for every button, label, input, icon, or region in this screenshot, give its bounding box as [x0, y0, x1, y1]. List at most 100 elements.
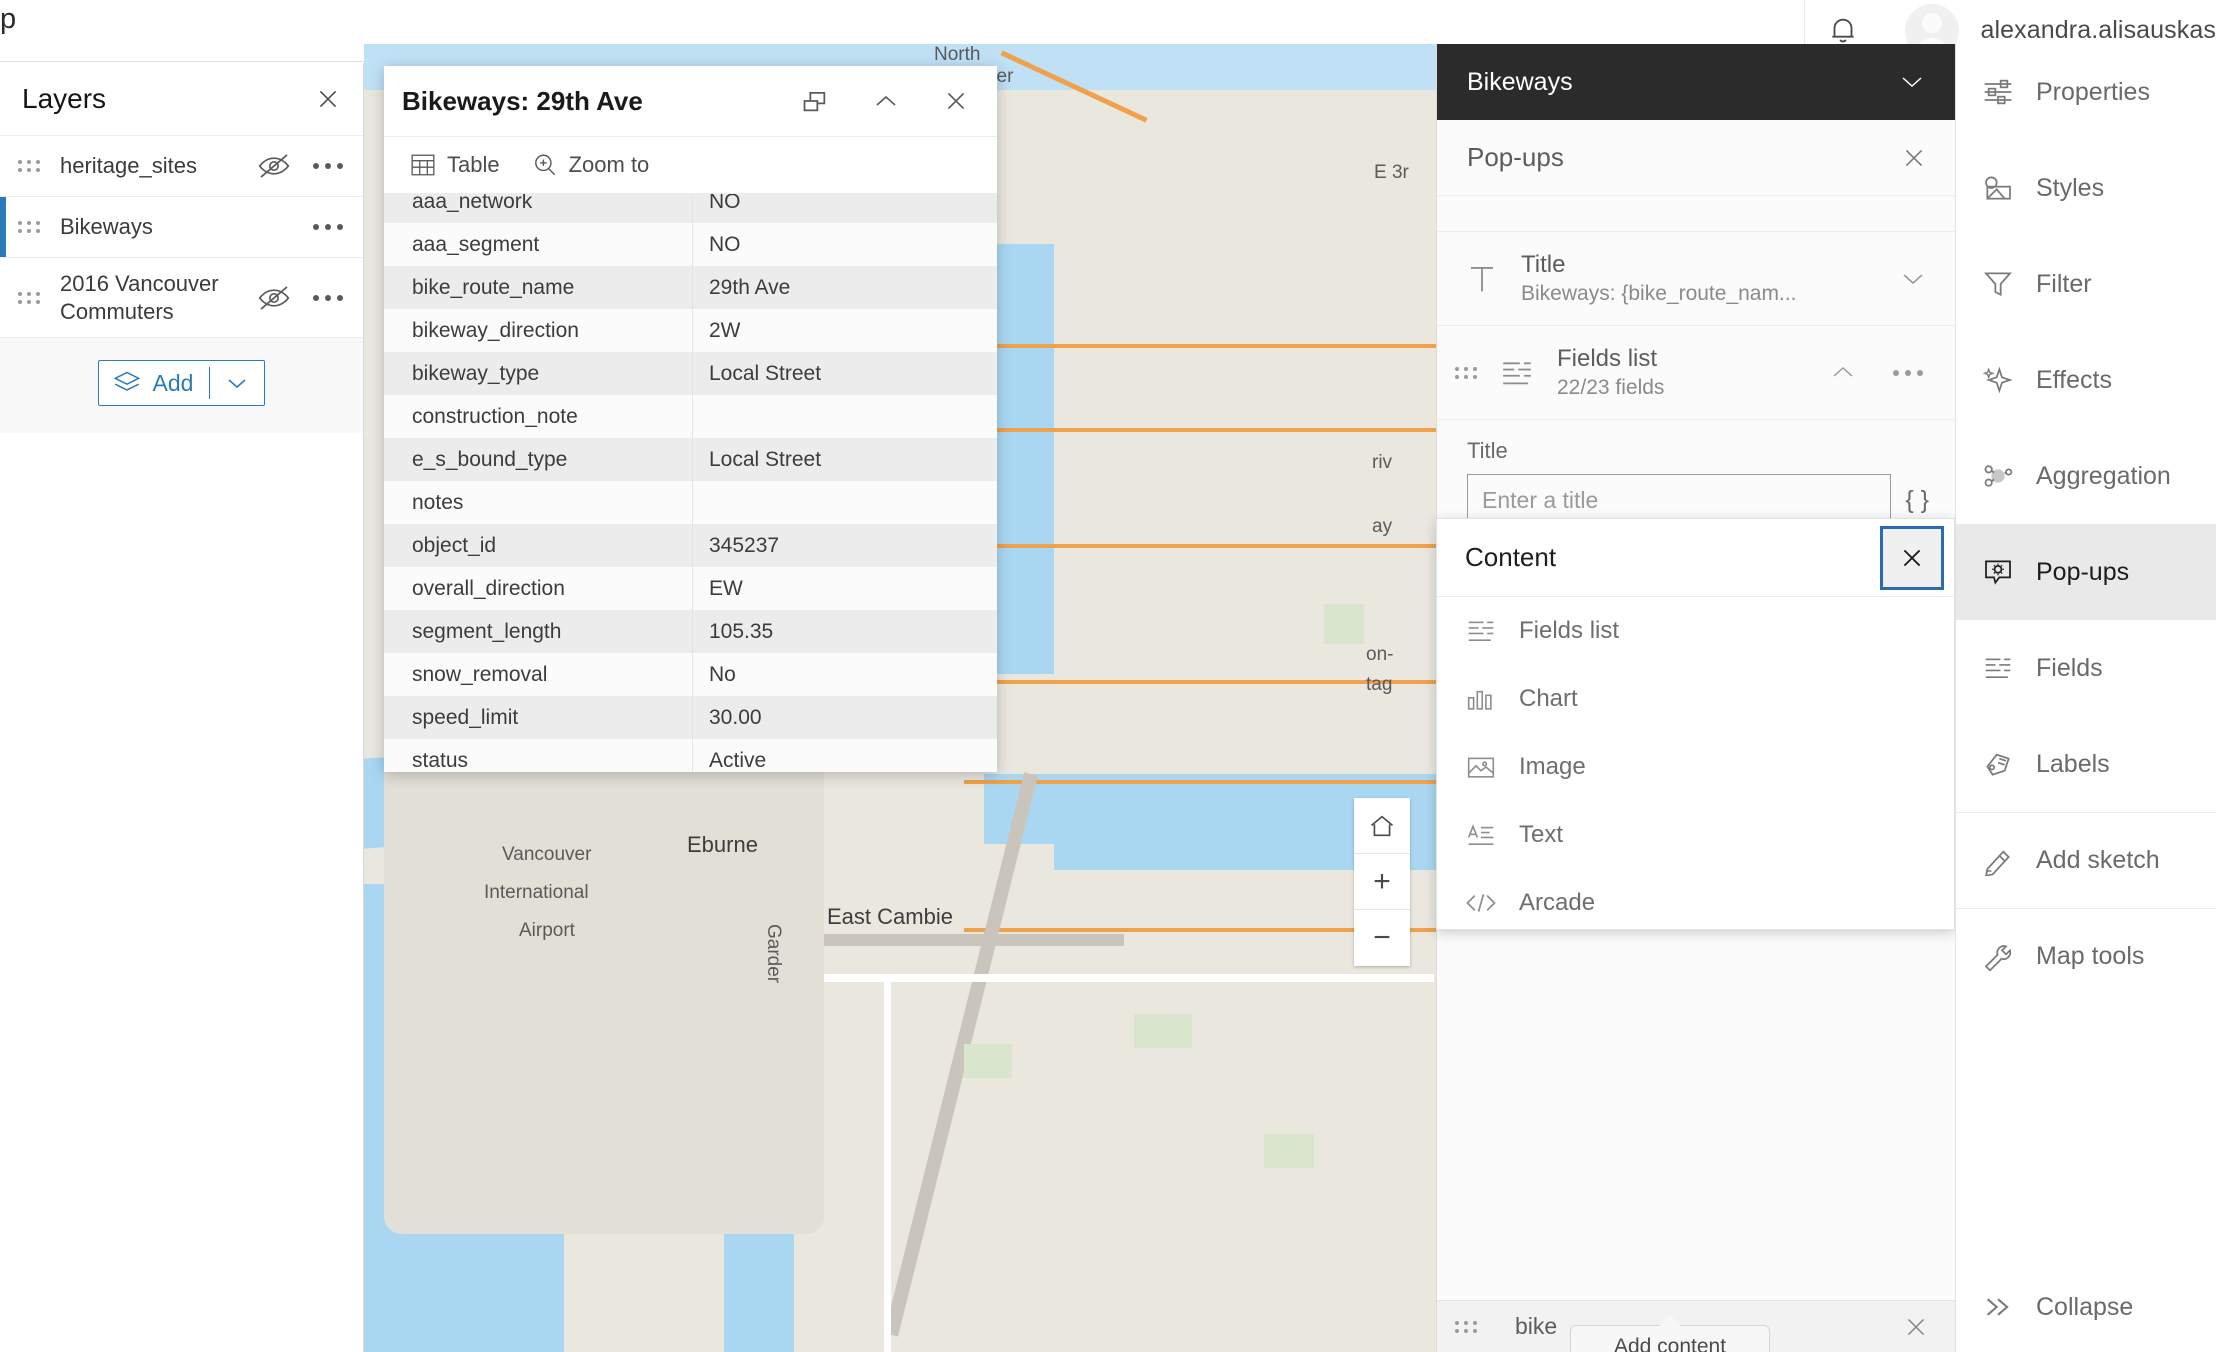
tool-row-filter[interactable]: Filter — [1956, 236, 2216, 332]
content-menu-close-button[interactable] — [1880, 525, 1944, 590]
more-options-icon[interactable] — [307, 220, 349, 234]
layer-name-label: Bikeways — [60, 214, 153, 239]
layer-row-2016-vancouver-commuters[interactable]: 2016 Vancouver Commuters — [0, 258, 363, 338]
eye-off-icon[interactable] — [257, 153, 291, 179]
sparkle-icon — [1982, 365, 2014, 395]
feature-attributes-table[interactable]: aaa_network NO aaa_segment NO bike_route_nam… — [384, 194, 997, 772]
collapse-chevron-up-icon[interactable] — [873, 93, 899, 109]
tool-row-aggregation[interactable]: Aggregation — [1956, 428, 2216, 524]
collapse-button[interactable]: Collapse — [1956, 1262, 2216, 1352]
table-row[interactable]: aaa_segment NO — [384, 223, 997, 266]
table-row[interactable]: status Active — [384, 739, 997, 772]
content-item-text[interactable]: Text — [1437, 801, 1954, 869]
table-row[interactable]: object_id 345237 — [384, 524, 997, 567]
table-row[interactable]: snow_removal No — [384, 653, 997, 696]
config-title-card-texts: Title Bikeways: {bike_route_nam... — [1521, 250, 1897, 308]
close-icon[interactable] — [1903, 1314, 1929, 1340]
add-layer-label: Add — [152, 369, 194, 396]
close-icon[interactable] — [1901, 145, 1927, 171]
config-layer-selector[interactable]: Bikeways — [1437, 44, 1955, 120]
map-bike-route-2 — [964, 428, 1436, 432]
map-bike-route-1 — [964, 344, 1436, 348]
expression-braces-icon[interactable]: { } — [1905, 486, 1929, 515]
dock-icon[interactable] — [801, 87, 829, 115]
tool-row-fields[interactable]: Fields — [1956, 620, 2216, 716]
popup-table-button[interactable]: Table — [400, 152, 510, 178]
tool-row-popups[interactable]: Pop-ups — [1956, 524, 2216, 620]
attribute-key: bikeway_direction — [412, 318, 579, 342]
drag-handle-icon[interactable] — [18, 291, 44, 304]
chevron-down-icon[interactable] — [1899, 74, 1925, 90]
table-row[interactable]: aaa_network NO — [384, 194, 997, 223]
config-layer-name: Bikeways — [1467, 67, 1573, 96]
text-title-icon — [1465, 261, 1499, 297]
map-label: East Cambie — [827, 904, 953, 929]
map-label: Eburne — [687, 832, 758, 857]
styles-icon — [1982, 173, 2014, 203]
config-fields-list-card[interactable]: Fields list 22/23 fields — [1437, 326, 1955, 420]
more-options-icon[interactable] — [1887, 366, 1929, 380]
attribute-value: Local Street — [692, 352, 997, 395]
table-row[interactable]: e_s_bound_type Local Street — [384, 438, 997, 481]
close-icon[interactable] — [943, 88, 969, 114]
content-item-chart[interactable]: Chart — [1437, 665, 1954, 733]
map-zoom-out-button[interactable]: − — [1354, 910, 1410, 966]
config-fields-list-label: Fields list — [1557, 344, 1658, 372]
tool-row-map-tools[interactable]: Map tools — [1956, 908, 2216, 1004]
drag-handle-icon[interactable] — [1455, 366, 1481, 379]
table-row[interactable]: bikeway_type Local Street — [384, 352, 997, 395]
table-row[interactable]: bike_route_name 29th Ave — [384, 266, 997, 309]
content-item-fields-list[interactable]: Fields list — [1437, 597, 1954, 665]
chevron-up-icon[interactable] — [1827, 365, 1859, 380]
title-field-label: Title — [1467, 438, 1508, 463]
drag-handle-icon[interactable] — [1455, 1320, 1481, 1333]
content-item-label: Chart — [1519, 685, 1578, 712]
map-home-button[interactable] — [1354, 798, 1410, 854]
tool-label: Pop-ups — [2036, 557, 2130, 586]
username-label[interactable]: alexandra.alisauskas — [1981, 16, 2216, 45]
content-item-image[interactable]: Image — [1437, 733, 1954, 801]
attribute-key: bikeway_type — [412, 361, 540, 385]
map-zoom-in-button[interactable]: + — [1354, 854, 1410, 910]
drag-handle-icon[interactable] — [18, 221, 44, 233]
feature-popup-toolbar: Table Zoom to — [384, 136, 997, 194]
add-layer-dropdown-button[interactable] — [210, 376, 264, 390]
tool-row-properties[interactable]: Properties — [1956, 44, 2216, 140]
drag-handle-icon[interactable] — [18, 160, 44, 172]
layer-tools-panel: Properties Styles Filter Effects Aggrega… — [1955, 44, 2216, 1352]
eye-off-icon[interactable] — [257, 285, 291, 311]
table-row[interactable]: overall_direction EW — [384, 567, 997, 610]
table-row[interactable]: bikeway_direction 2W — [384, 309, 997, 352]
table-row[interactable]: segment_length 105.35 — [384, 610, 997, 653]
map-label: tag — [1366, 674, 1393, 695]
attribute-value — [692, 481, 997, 524]
attribute-value: EW — [692, 567, 997, 610]
content-item-arcade[interactable]: Arcade — [1437, 869, 1954, 937]
avatar-head — [1921, 12, 1942, 33]
more-options-icon[interactable] — [307, 291, 349, 305]
config-title-card[interactable]: Title Bikeways: {bike_route_nam... — [1437, 232, 1955, 326]
content-item-label: Image — [1519, 753, 1586, 780]
map-park-4 — [1264, 1134, 1314, 1168]
sliders-icon — [1982, 77, 2014, 107]
add-layer-button[interactable]: Add — [97, 360, 266, 406]
layer-row-actions — [307, 220, 349, 234]
popup-zoom-to-label: Zoom to — [568, 152, 650, 177]
more-options-icon[interactable] — [307, 159, 349, 173]
map-controls[interactable]: + − — [1354, 798, 1410, 966]
layer-row-heritage-sites[interactable]: heritage_sites — [0, 136, 363, 197]
table-row[interactable]: speed_limit 30.00 — [384, 696, 997, 739]
attribute-key: segment_length — [412, 619, 562, 643]
tool-row-styles[interactable]: Styles — [1956, 140, 2216, 236]
table-row[interactable]: construction_note — [384, 395, 997, 438]
chevron-down-icon[interactable] — [1897, 271, 1929, 286]
table-row[interactable]: notes — [384, 481, 997, 524]
close-icon[interactable] — [315, 86, 341, 112]
tool-row-effects[interactable]: Effects — [1956, 332, 2216, 428]
popup-zoom-to-button[interactable]: Zoom to — [522, 152, 660, 178]
layer-row-bikeways[interactable]: Bikeways — [0, 197, 363, 258]
tool-row-add-sketch[interactable]: Add sketch — [1956, 812, 2216, 908]
add-layer-main[interactable]: Add — [99, 370, 210, 397]
attribute-key: construction_note — [412, 404, 578, 428]
tool-row-labels[interactable]: Labels — [1956, 716, 2216, 812]
